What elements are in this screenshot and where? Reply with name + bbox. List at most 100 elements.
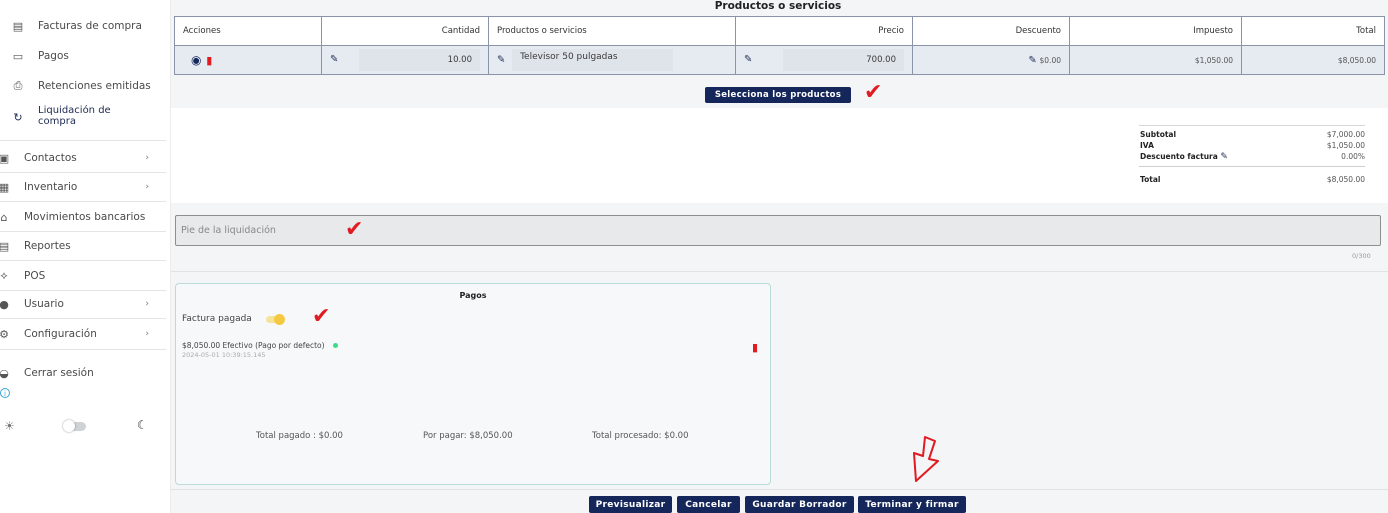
save-draft-button[interactable]: Guardar Borrador xyxy=(745,496,854,513)
subtotal-row: Subtotal $7,000.00 xyxy=(1140,130,1365,139)
payments-card: Pagos Factura pagada ✔ $8,050.00 Efectiv… xyxy=(175,283,771,485)
payments-title: Pagos xyxy=(459,291,487,300)
user-icon: ● xyxy=(0,297,9,311)
card-icon: ▭ xyxy=(12,49,24,63)
product-input[interactable]: Televisor 50 pulgadas xyxy=(512,49,674,71)
iva-row: IVA $1,050.00 xyxy=(1140,141,1365,150)
total-label: Total xyxy=(1140,175,1161,184)
document-list-icon: ▤ xyxy=(12,19,24,33)
payment-description: $8,050.00 Efectivo (Pago por defecto) xyxy=(182,341,325,350)
quantity-input[interactable]: 10.00 xyxy=(359,49,480,71)
sidebar-item-pagos[interactable]: ▭ Pagos xyxy=(12,49,177,63)
iva-value: $1,050.00 xyxy=(1326,141,1365,150)
sun-icon: ☀ xyxy=(4,419,15,433)
divider xyxy=(0,318,166,319)
divider xyxy=(171,271,1388,272)
iva-label: IVA xyxy=(1140,141,1154,150)
sidebar-item-pos[interactable]: ⟡ POS xyxy=(0,269,163,282)
subtotal-label: Subtotal xyxy=(1140,130,1177,139)
pencil-icon[interactable]: ✎ xyxy=(1220,152,1228,162)
tax-cell: $1,050.00 xyxy=(1069,45,1242,75)
pos-icon: ⟡ xyxy=(0,269,8,282)
sidebar-item-label: POS xyxy=(24,270,46,282)
column-header: Total xyxy=(1241,16,1385,46)
trash-icon[interactable]: ▮ xyxy=(206,54,212,67)
chevron-right-icon: › xyxy=(145,182,149,192)
eye-icon[interactable]: ◉ xyxy=(191,53,201,67)
check-mark-icon: ✔ xyxy=(864,80,883,105)
report-icon: ▤ xyxy=(0,239,10,253)
check-mark-icon: ✔ xyxy=(345,217,364,242)
sidebar-item-label: Movimientos bancarios xyxy=(24,211,146,223)
pencil-icon[interactable]: ✎ xyxy=(497,55,505,66)
inventory-icon: ▦ xyxy=(0,180,10,194)
divider xyxy=(1139,166,1365,167)
payment-line: $8,050.00 Efectivo (Pago por defecto) xyxy=(182,341,338,350)
sidebar-item-label: Usuario xyxy=(24,298,64,310)
pending-amount: Por pagar: $8,050.00 xyxy=(423,431,513,441)
chevron-right-icon: › xyxy=(145,153,149,163)
sidebar-item-label: Cerrar sesión xyxy=(24,367,94,379)
sidebar-item-label: Reportes xyxy=(24,240,71,252)
discount-value: 0.00% xyxy=(1341,152,1365,161)
paid-toggle-label: Factura pagada xyxy=(182,314,252,324)
sidebar-item-reportes[interactable]: ▤ Reportes xyxy=(0,239,163,253)
discount-row: Descuento factura ✎ 0.00% xyxy=(1140,152,1365,162)
discount-label-wrap: Descuento factura ✎ xyxy=(1140,152,1228,162)
sidebar-item-facturas-compra[interactable]: ▤ Facturas de compra xyxy=(12,19,177,33)
select-products-button[interactable]: Selecciona los productos xyxy=(705,87,851,103)
divider xyxy=(0,349,166,350)
total-processed: Total procesado: $0.00 xyxy=(592,431,689,441)
check-mark-icon: ✔ xyxy=(312,304,331,329)
total-value: $8,050.00 xyxy=(1326,175,1365,184)
finish-sign-button[interactable]: Terminar y firmar xyxy=(858,496,966,513)
refresh-dollar-icon: ↻ xyxy=(13,110,23,124)
pencil-icon[interactable]: ✎ xyxy=(1028,55,1036,66)
sidebar-item-usuario[interactable]: ● Usuario › xyxy=(0,297,163,311)
column-header: Descuento xyxy=(912,16,1070,46)
pencil-icon[interactable]: ✎ xyxy=(330,54,338,65)
products-table: Acciones Cantidad Productos o servicios … xyxy=(174,16,1385,75)
contacts-icon: ▣ xyxy=(0,151,10,165)
cancel-button[interactable]: Cancelar xyxy=(677,496,740,513)
divider xyxy=(0,231,166,232)
sidebar-item-retenciones[interactable]: ⎙ Retenciones emitidas xyxy=(12,79,177,92)
discount-label: Descuento factura xyxy=(1140,152,1218,161)
theme-toggle[interactable] xyxy=(63,420,86,432)
divider xyxy=(0,201,166,202)
price-input[interactable]: 700.00 xyxy=(783,49,904,71)
quantity-cell: ✎ 10.00 xyxy=(321,45,489,75)
discount-value: $0.00 xyxy=(1039,55,1061,65)
preview-button[interactable]: Previsualizar xyxy=(589,496,672,513)
section-title: Productos o servicios xyxy=(714,0,842,12)
sidebar: ▤ Facturas de compra ▭ Pagos ⎙ Retencion… xyxy=(0,0,171,513)
sidebar-item-contactos[interactable]: ▣ Contactos › xyxy=(0,151,163,165)
total-paid: Total pagado : $0.00 xyxy=(256,431,343,441)
footer-placeholder: Pie de la liquidación xyxy=(181,225,276,236)
info-icon[interactable]: i xyxy=(0,388,10,398)
gear-icon: ⚙ xyxy=(0,327,9,341)
status-dot xyxy=(332,343,338,348)
sidebar-item-configuracion[interactable]: ⚙ Configuración › xyxy=(0,327,163,341)
product-cell: ✎ Televisor 50 pulgadas xyxy=(488,45,736,75)
paid-toggle[interactable] xyxy=(264,313,288,325)
toggle-knob xyxy=(63,420,75,432)
total-cell: $8,050.00 xyxy=(1241,45,1385,75)
divider xyxy=(0,140,166,141)
sidebar-item-label: Inventario xyxy=(24,181,78,193)
column-header: Impuesto xyxy=(1069,16,1242,46)
pencil-icon[interactable]: ✎ xyxy=(744,54,752,65)
sidebar-item-liquidacion[interactable]: ↻ Liquidación de compra xyxy=(12,105,152,127)
sidebar-item-cerrar-sesion[interactable]: ◒ Cerrar sesión xyxy=(0,366,163,380)
sidebar-item-label: Facturas de compra xyxy=(38,20,142,32)
sidebar-item-inventario[interactable]: ▦ Inventario › xyxy=(0,180,163,194)
trash-icon[interactable]: ▮ xyxy=(752,341,758,354)
logout-icon: ◒ xyxy=(0,366,9,380)
column-header: Acciones xyxy=(174,16,322,46)
sidebar-item-label: Retenciones emitidas xyxy=(38,80,151,92)
column-header: Precio xyxy=(735,16,913,46)
discount-cell[interactable]: ✎ $0.00 xyxy=(912,45,1070,75)
divider xyxy=(171,489,1388,490)
sidebar-item-movimientos[interactable]: ⌂ Movimientos bancarios xyxy=(0,211,163,224)
char-counter: 0/300 xyxy=(1352,252,1371,260)
